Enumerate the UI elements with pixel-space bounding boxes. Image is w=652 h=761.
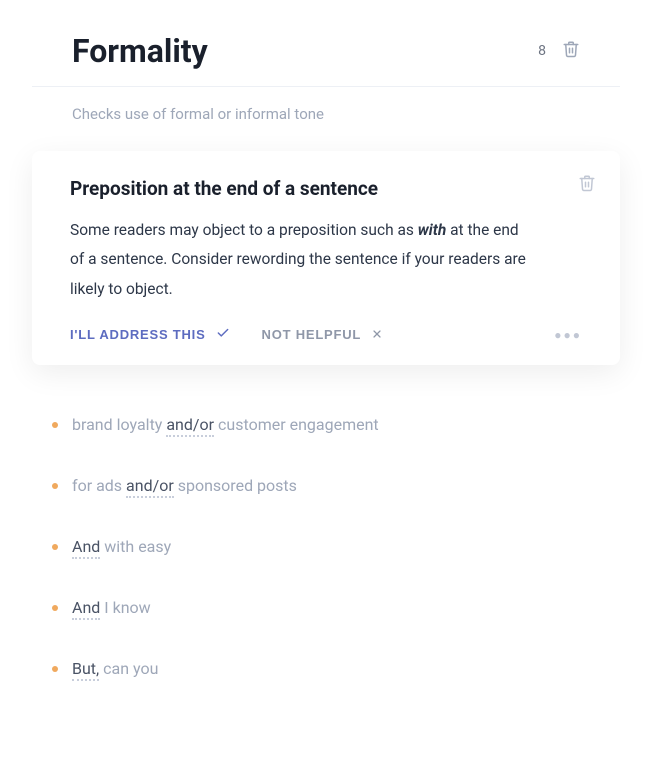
bullet-icon bbox=[52, 422, 58, 428]
bullet-icon bbox=[52, 666, 58, 672]
snippet-pre: brand loyalty bbox=[72, 415, 166, 434]
bullet-icon bbox=[52, 544, 58, 550]
list-item[interactable]: for ads and/or sponsored posts bbox=[52, 476, 600, 495]
card-body: Some readers may object to a preposition… bbox=[70, 216, 530, 304]
trash-icon[interactable] bbox=[562, 39, 580, 63]
list-item[interactable]: And I know bbox=[52, 598, 600, 617]
card-body-emphasis: with bbox=[418, 221, 447, 239]
snippet: And I know bbox=[72, 598, 151, 617]
snippet-highlight: And bbox=[72, 537, 100, 559]
bullet-icon bbox=[52, 483, 58, 489]
snippet-post: can you bbox=[99, 659, 158, 678]
snippet-pre: for ads bbox=[72, 476, 126, 495]
card-title: Preposition at the end of a sentence bbox=[70, 177, 582, 200]
suggestion-card: Preposition at the end of a sentence Som… bbox=[32, 151, 620, 365]
snippet-post: I know bbox=[100, 598, 150, 617]
issue-list: brand loyalty and/or customer engagement… bbox=[0, 395, 652, 678]
snippet-post: sponsored posts bbox=[174, 476, 297, 495]
page-title: Formality bbox=[72, 32, 208, 70]
snippet: And with easy bbox=[72, 537, 171, 556]
card-actions: I'll Address This Not Helpful ●●● bbox=[70, 326, 582, 343]
snippet: brand loyalty and/or customer engagement bbox=[72, 415, 379, 434]
more-icon[interactable]: ●●● bbox=[554, 328, 582, 342]
close-icon bbox=[371, 327, 383, 343]
snippet: for ads and/or sponsored posts bbox=[72, 476, 297, 495]
not-helpful-label: Not Helpful bbox=[262, 327, 362, 342]
bullet-icon bbox=[52, 605, 58, 611]
snippet: But, can you bbox=[72, 659, 158, 678]
address-button[interactable]: I'll Address This bbox=[70, 326, 230, 343]
not-helpful-button[interactable]: Not Helpful bbox=[262, 327, 384, 343]
issue-count: 8 bbox=[538, 43, 546, 59]
snippet-highlight: And bbox=[72, 598, 100, 620]
card-body-pre: Some readers may object to a preposition… bbox=[70, 221, 418, 239]
check-icon bbox=[216, 326, 230, 343]
address-label: I'll Address This bbox=[70, 327, 206, 342]
snippet-post: with easy bbox=[100, 537, 171, 556]
snippet-highlight: and/or bbox=[166, 415, 214, 437]
page-subtitle: Checks use of formal or informal tone bbox=[0, 87, 652, 151]
header-actions: 8 bbox=[538, 39, 580, 63]
snippet-highlight: and/or bbox=[126, 476, 174, 498]
page-header: Formality 8 bbox=[32, 0, 620, 87]
snippet-post: customer engagement bbox=[214, 415, 379, 434]
list-item[interactable]: But, can you bbox=[52, 659, 600, 678]
list-item[interactable]: brand loyalty and/or customer engagement bbox=[52, 415, 600, 434]
list-item[interactable]: And with easy bbox=[52, 537, 600, 556]
snippet-highlight: But, bbox=[72, 659, 99, 681]
card-trash-icon[interactable] bbox=[578, 173, 596, 197]
